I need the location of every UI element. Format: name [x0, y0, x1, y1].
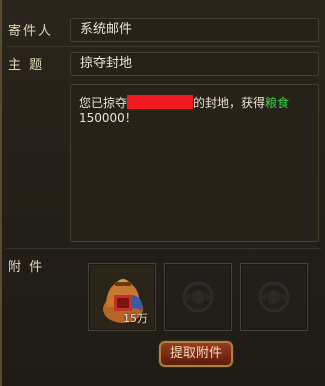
body-prefix: 您已掠夺 [79, 96, 128, 110]
attachment-slot-3[interactable] [240, 263, 308, 331]
sender-field: 系统邮件 [70, 18, 319, 42]
divider [6, 46, 321, 47]
subject-label: 主 题 [8, 58, 45, 73]
redacted-name [127, 95, 194, 109]
empty-slot-emblem-icon [182, 281, 214, 313]
body-amount: 150000！ [79, 111, 137, 125]
attachment-slot-2[interactable] [164, 263, 232, 331]
divider [6, 248, 321, 249]
sender-label: 寄件人 [8, 24, 54, 39]
body-item: 粮食 [265, 96, 290, 110]
attachment-quantity: 15万 [123, 312, 148, 325]
attachment-slot-1[interactable]: 15万 [88, 263, 156, 331]
claim-attachment-button[interactable]: 提取附件 [159, 341, 233, 367]
body-middle: 的封地，获得 [193, 96, 266, 110]
attachment-label: 附 件 [8, 260, 45, 275]
mail-body: 您已掠夺 的封地，获得粮食 150000！ [70, 84, 319, 242]
empty-slot-emblem-icon [258, 281, 290, 313]
subject-field: 掠夺封地 [70, 52, 319, 76]
mail-detail-panel: 寄件人 系统邮件 主 题 掠夺封地 您已掠夺 的封地，获得粮食 150000！ 附… [0, 0, 325, 386]
